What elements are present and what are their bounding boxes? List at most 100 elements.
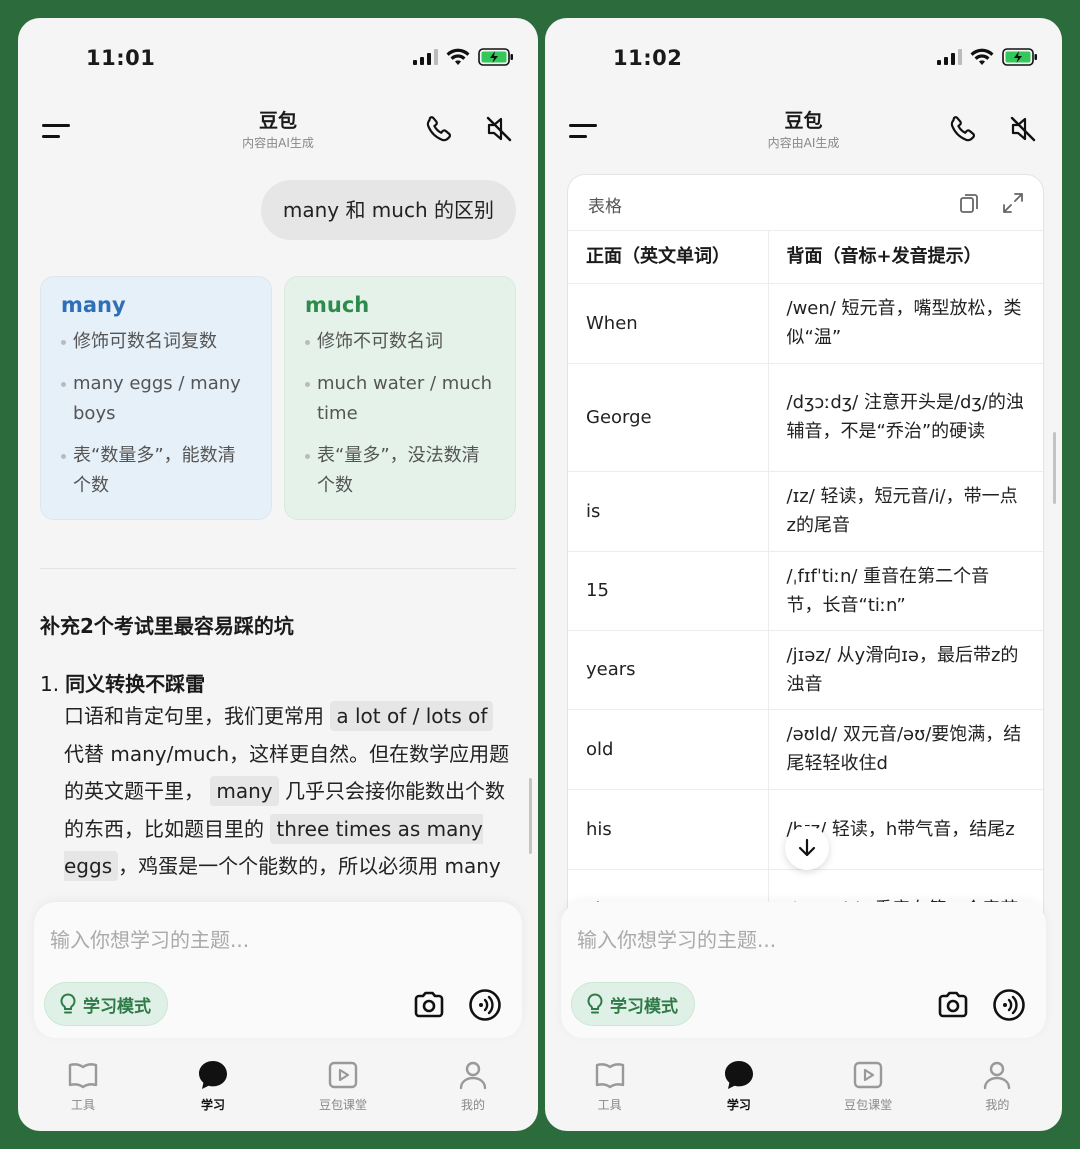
app-subtitle: 内容由AI生成: [242, 136, 314, 150]
table-row: old/əʊld/ 双元音/əʊ/要饱满，结尾轻轻收住d: [568, 709, 1043, 790]
list-item: 修饰可数名词复数: [61, 327, 251, 357]
phone-call-icon[interactable]: [424, 114, 454, 144]
signal-icon: [413, 49, 438, 65]
list-item: much water / much time: [305, 369, 495, 429]
chat-input[interactable]: 输入你想学习的主题...: [577, 924, 776, 953]
app-subtitle: 内容由AI生成: [767, 136, 840, 150]
pronunciation-cell: /jɪəz/ 从y滑向ɪə，最后带z的浊音: [767, 630, 1043, 710]
camera-icon[interactable]: [936, 988, 970, 1022]
app-title: 豆包: [258, 110, 297, 132]
tab-label: 学习: [200, 1098, 225, 1112]
card-title: much: [305, 293, 370, 317]
user-message-bubble: many 和 much 的区别: [260, 180, 516, 240]
mute-icon[interactable]: [1008, 114, 1038, 144]
pronunciation-cell: /ˌfɪfˈtiːn/ 重音在第二个音节，长音“tiːn”: [767, 551, 1043, 631]
bottom-tab-bar: 工具 学习 豆包课堂 我的: [18, 1054, 538, 1124]
chat-input[interactable]: 输入你想学习的主题...: [50, 924, 249, 953]
phone-call-icon[interactable]: [948, 114, 978, 144]
word-cell: years: [568, 630, 768, 710]
chat-bubble-icon: [199, 1061, 227, 1089]
book-icon: [68, 1063, 98, 1089]
comparison-cards: many 修饰可数名词复数 many eggs / many boys 表“数量…: [40, 276, 516, 520]
much-card: much 修饰不可数名词 much water / much time 表“量多…: [284, 276, 516, 520]
video-play-icon: [328, 1061, 358, 1089]
app-header: 豆包 内容由AI生成: [18, 104, 538, 164]
table-row: years/jɪəz/ 从y滑向ɪə，最后带z的浊音: [568, 630, 1043, 710]
status-time: 11:02: [613, 46, 683, 70]
voice-call-icon[interactable]: [992, 988, 1026, 1022]
scroll-to-bottom-button[interactable]: [785, 826, 829, 870]
scrollbar[interactable]: [1053, 432, 1056, 504]
list-item: 修饰不可数名词: [305, 327, 495, 357]
camera-icon[interactable]: [412, 988, 446, 1022]
list-item: many eggs / many boys: [61, 369, 251, 429]
table-toolbar: 表格: [568, 175, 1043, 231]
tab-profile[interactable]: 我的: [408, 1054, 538, 1124]
body-text: 口语和肯定句里，我们更常用: [64, 704, 324, 728]
table-row: 15/ˌfɪfˈtiːn/ 重音在第二个音节，长音“tiːn”: [568, 551, 1043, 631]
divider: [40, 568, 516, 569]
wifi-icon: [970, 48, 994, 65]
status-time: 11:01: [86, 46, 156, 70]
mute-icon[interactable]: [484, 114, 514, 144]
tab-label: 豆包课堂: [844, 1098, 893, 1112]
tab-label: 工具: [597, 1098, 622, 1112]
bottom-tab-bar: 工具 学习 豆包课堂 我的: [545, 1054, 1062, 1124]
copy-icon[interactable]: [957, 191, 981, 215]
battery-charging-icon: [478, 48, 513, 66]
table-row: When/wen/ 短元音，嘴型放松，类似“温”: [568, 283, 1043, 364]
tab-doubao-class[interactable]: 豆包课堂: [804, 1054, 933, 1124]
table-row: is/ɪz/ 轻读，短元音/i/，带一点z的尾音: [568, 471, 1043, 552]
user-icon: [984, 1061, 1011, 1090]
user-icon: [459, 1061, 487, 1090]
column-header: 正面（英文单词）: [568, 231, 768, 284]
list-item: 表“量多”，没法数清个数: [305, 441, 495, 501]
tab-tools[interactable]: 工具: [18, 1054, 148, 1124]
scrollbar[interactable]: [529, 778, 532, 854]
arrow-down-icon: [798, 838, 816, 857]
word-cell: his: [568, 789, 768, 870]
body-text: ，鸡蛋是一个个能数的，所以必须用 many: [118, 854, 501, 878]
tab-study[interactable]: 学习: [148, 1054, 278, 1124]
tab-label: 我的: [985, 1098, 1010, 1112]
lightbulb-icon: [60, 993, 76, 1014]
tab-label: 工具: [70, 1098, 95, 1112]
study-mode-label: 学习模式: [83, 996, 151, 1017]
chat-input-box[interactable]: 输入你想学习的主题... 学习模式: [34, 902, 522, 1038]
item-number: 1.: [40, 672, 60, 696]
word-cell: 15: [568, 551, 768, 631]
list-item: 表“数量多”，能数清个数: [61, 441, 251, 501]
voice-call-icon[interactable]: [468, 988, 502, 1022]
tab-profile[interactable]: 我的: [933, 1054, 1062, 1124]
wifi-icon: [446, 48, 470, 65]
word-cell: When: [568, 283, 768, 364]
item-title: 同义转换不踩雷: [65, 672, 206, 696]
status-bar: 11:01: [18, 42, 538, 76]
chat-input-box[interactable]: 输入你想学习的主题... 学习模式: [561, 902, 1046, 1038]
study-mode-button[interactable]: 学习模式: [571, 982, 695, 1026]
inline-code: a lot of / lots of: [330, 701, 494, 731]
numbered-item-heading: 1. 同义转换不踩雷: [40, 668, 205, 697]
phone-screen-left: 11:01 豆包 内容由AI生成 many 和 much 的区别 many 修饰…: [18, 18, 538, 1131]
chat-bubble-icon: [724, 1061, 753, 1089]
study-mode-button[interactable]: 学习模式: [44, 982, 168, 1026]
item-body: 口语和肯定句里，我们更常用 a lot of / lots of 代替 many…: [64, 698, 516, 913]
tab-label: 豆包课堂: [318, 1098, 367, 1112]
many-card: many 修饰可数名词复数 many eggs / many boys 表“数量…: [40, 276, 272, 520]
study-mode-label: 学习模式: [610, 996, 678, 1017]
expand-icon[interactable]: [1001, 191, 1025, 215]
pronunciation-cell: /wen/ 短元音，嘴型放松，类似“温”: [767, 283, 1043, 364]
tab-doubao-class[interactable]: 豆包课堂: [278, 1054, 408, 1124]
tab-tools[interactable]: 工具: [545, 1054, 674, 1124]
table-label: 表格: [588, 197, 622, 217]
status-bar: 11:02: [545, 42, 1062, 76]
pronunciation-cell: /əʊld/ 双元音/əʊ/要饱满，结尾轻轻收住d: [767, 709, 1043, 790]
card-title: many: [61, 293, 126, 317]
tab-study[interactable]: 学习: [674, 1054, 803, 1124]
lightbulb-icon: [587, 993, 603, 1014]
word-cell: old: [568, 709, 768, 790]
phone-screen-right: 11:02 豆包 内容由AI生成 表格 正面（英文单词） 背面（音标+发音提示）: [545, 18, 1062, 1131]
battery-charging-icon: [1002, 48, 1037, 66]
video-play-icon: [853, 1061, 883, 1089]
tab-label: 学习: [726, 1098, 751, 1112]
